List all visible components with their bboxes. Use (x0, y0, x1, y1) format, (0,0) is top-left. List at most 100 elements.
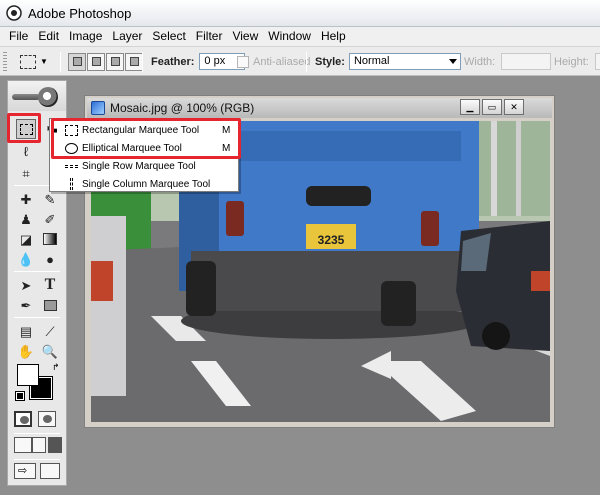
magnifier-icon: 🔍 (41, 343, 59, 359)
add-to-selection-button[interactable] (87, 52, 105, 71)
style-label: Style: (315, 55, 345, 68)
menu-filter[interactable]: Filter (191, 27, 228, 46)
dropdown-arrow-icon (448, 59, 457, 64)
menu-edit[interactable]: Edit (33, 27, 64, 46)
single-column-marquee-icon (63, 178, 79, 191)
flyout-item-single-column-marquee[interactable]: Single Column Marquee Tool (50, 175, 238, 193)
maximize-button[interactable]: ▭ (482, 99, 502, 115)
path-selection-tool[interactable]: ➤ (16, 275, 36, 295)
crop-tool[interactable]: ⌗ (16, 163, 36, 183)
flyout-highlight-box (51, 118, 241, 159)
toolbox-header[interactable] (8, 81, 66, 111)
droplet-icon: 💧 (17, 251, 35, 267)
clone-stamp-tool[interactable]: ♟ (16, 209, 36, 229)
swap-colors-icon[interactable]: ↱ (52, 362, 60, 373)
tool-highlight-box (7, 113, 41, 143)
style-select[interactable]: Normal (348, 53, 461, 70)
flyout-item-label: Single Column Marquee Tool (82, 178, 211, 190)
toolbox-separator (14, 459, 60, 460)
feather-label: Feather: (151, 55, 195, 68)
standard-mode-button[interactable] (14, 411, 32, 427)
minimize-button[interactable]: ▁ (460, 99, 480, 115)
options-bar-grip[interactable] (3, 52, 7, 72)
menu-layer[interactable]: Layer (107, 27, 147, 46)
maximize-icon: ▭ (487, 101, 497, 112)
menu-window[interactable]: Window (263, 27, 316, 46)
note-icon: ▤ (19, 323, 33, 339)
dodge-tool[interactable]: ● (40, 249, 60, 269)
flyout-item-label: Single Row Marquee Tool (82, 160, 196, 172)
jump-to-imageready-button[interactable]: ⇨ (14, 463, 36, 479)
imageready-logo-icon (40, 463, 60, 479)
stamp-icon: ♟ (20, 211, 32, 227)
width-input[interactable] (501, 53, 552, 70)
gradient-tool[interactable] (40, 229, 60, 249)
menu-image[interactable]: Image (64, 27, 107, 46)
antialiased-label: Anti-aliased (253, 55, 311, 68)
close-button[interactable]: ✕ (504, 99, 524, 115)
feather-logo-icon (12, 94, 40, 100)
options-bar: ▼ Feather: 0 px Anti-aliased Style: Norm… (0, 46, 600, 76)
height-input[interactable] (594, 53, 600, 70)
shape-tool[interactable] (40, 295, 60, 315)
minimize-icon: ▁ (466, 101, 474, 112)
menu-view[interactable]: View (227, 27, 263, 46)
style-select-value: Normal (353, 55, 390, 67)
default-colors-icon[interactable] (15, 391, 25, 401)
menu-select[interactable]: Select (147, 27, 190, 46)
eyedropper-tool[interactable]: ⟋ (40, 321, 60, 341)
pen-icon: ✒ (20, 297, 32, 313)
menu-bar: File Edit Image Layer Select Filter View… (0, 27, 600, 46)
brush-icon: ✎ (44, 191, 56, 207)
options-separator (142, 52, 143, 72)
hand-tool[interactable]: ✋ (16, 341, 36, 361)
license-plate-text: 3235 (318, 233, 345, 247)
full-screen-mode-button[interactable] (48, 437, 62, 453)
crop-icon: ⌗ (22, 165, 30, 181)
document-title: Mosaic.jpg @ 100% (RGB) (110, 101, 255, 115)
imageready-icon: ⇨ (18, 465, 28, 477)
pen-tool[interactable]: ✒ (16, 295, 36, 315)
rectangle-shape-icon (43, 299, 57, 311)
history-brush-icon: ✐ (44, 211, 56, 227)
width-group: Width: (464, 47, 552, 76)
zoom-tool[interactable]: 🔍 (40, 341, 60, 361)
foreground-color-swatch[interactable] (17, 364, 39, 386)
single-row-marquee-icon (63, 160, 79, 173)
quick-mask-mode-button[interactable] (38, 411, 56, 427)
notes-tool[interactable]: ▤ (16, 321, 36, 341)
height-group: Height: (554, 47, 600, 76)
title-bar: Adobe Photoshop (0, 0, 600, 27)
menu-help[interactable]: Help (316, 27, 351, 46)
menu-file[interactable]: File (4, 27, 33, 46)
full-screen-menu-mode-button[interactable] (32, 437, 46, 453)
app-title: Adobe Photoshop (28, 5, 132, 21)
chevron-down-icon: ▼ (40, 57, 48, 66)
toolbox-separator (14, 433, 60, 434)
lasso-icon: ℓ (23, 143, 29, 159)
tool-preset-picker[interactable]: ▼ (20, 47, 48, 76)
marquee-preset-icon (20, 54, 36, 69)
gradient-icon (43, 233, 57, 245)
antialiased-checkbox[interactable] (237, 55, 249, 68)
feather-group: Feather: 0 px (151, 47, 246, 76)
history-brush-tool[interactable]: ✐ (40, 209, 60, 229)
new-selection-button[interactable] (68, 52, 86, 71)
document-icon (91, 101, 105, 115)
eraser-tool[interactable]: ◪ (16, 229, 36, 249)
type-tool[interactable]: T (40, 275, 60, 295)
healing-brush-tool[interactable]: ✚ (16, 189, 36, 209)
selection-mode-group (68, 47, 144, 76)
standard-screen-mode-button[interactable] (14, 437, 32, 453)
style-group: Style: Normal (315, 47, 461, 76)
bandage-icon: ✚ (20, 191, 32, 207)
close-icon: ✕ (510, 101, 518, 112)
blur-tool[interactable]: 💧 (16, 249, 36, 269)
height-label: Height: (554, 55, 589, 68)
intersect-selection-button[interactable] (125, 52, 143, 71)
lasso-tool[interactable]: ℓ (16, 141, 36, 161)
subtract-from-selection-button[interactable] (106, 52, 124, 71)
options-separator (60, 52, 61, 72)
antialiased-group: Anti-aliased (237, 47, 310, 76)
flyout-item-single-row-marquee[interactable]: Single Row Marquee Tool (50, 157, 238, 175)
